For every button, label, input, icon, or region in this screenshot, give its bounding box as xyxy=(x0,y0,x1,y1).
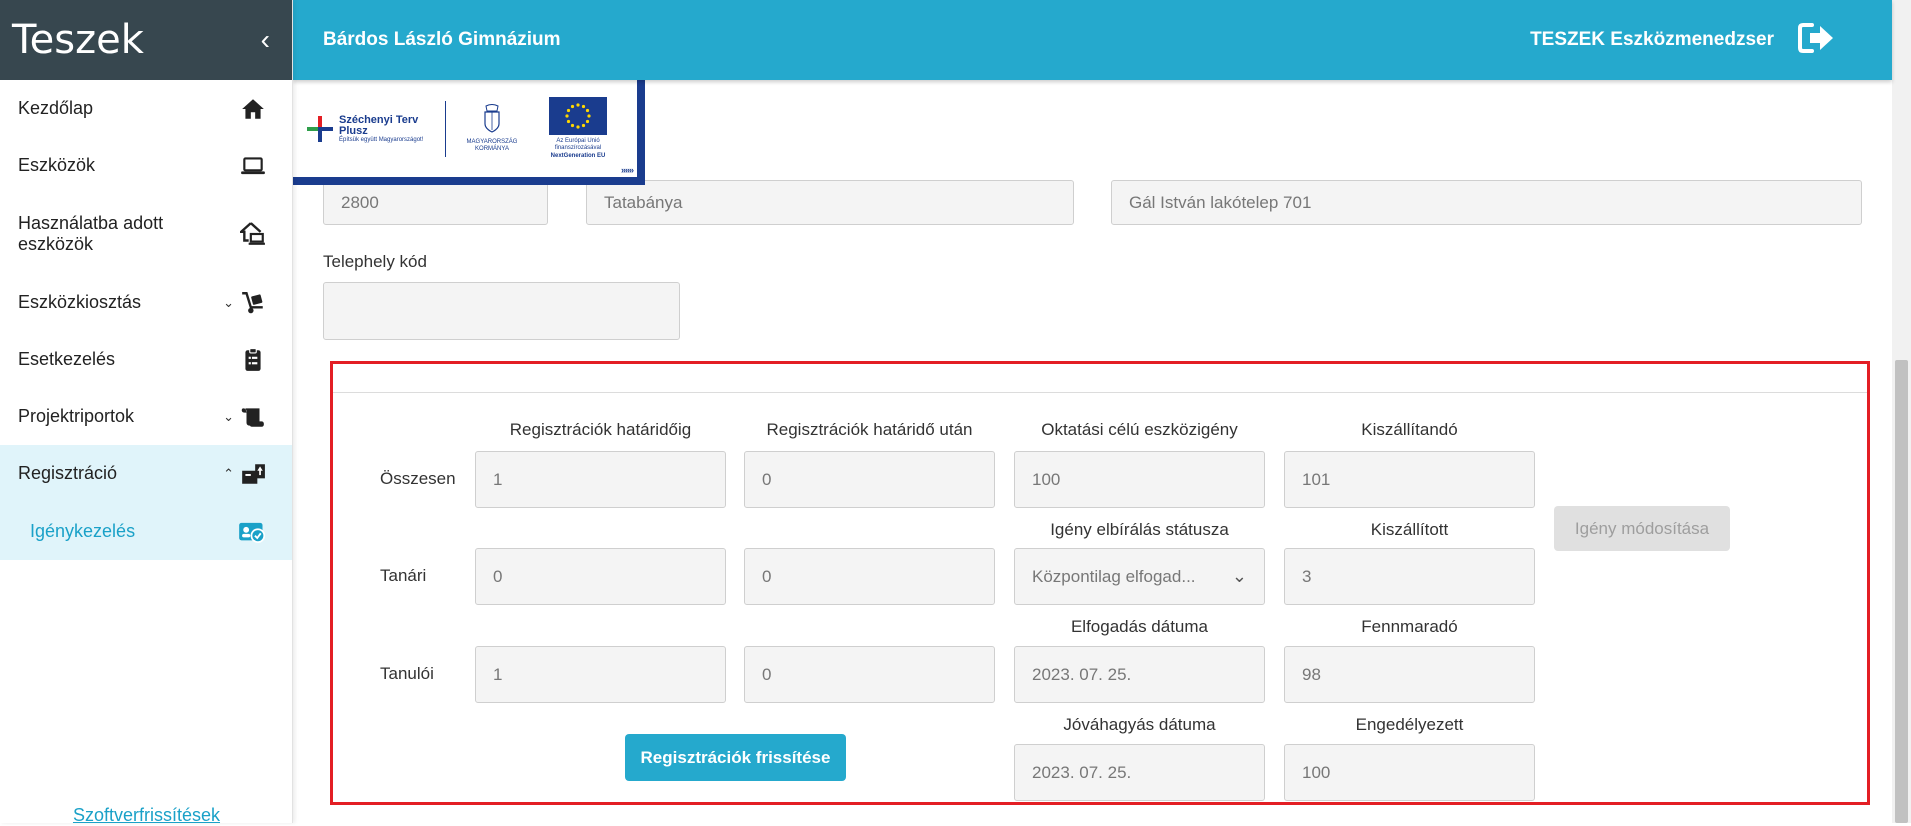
coat-of-arms-icon xyxy=(484,103,500,133)
total-before-deadline-field[interactable]: 1 xyxy=(475,451,726,508)
sidebar-nav: Kezdőlap Eszközök Használatba adott eszk… xyxy=(0,80,292,560)
sidebar-item-label: Regisztráció xyxy=(18,463,118,483)
col-header-approve-date: Jóváhagyás dátuma xyxy=(1063,715,1216,734)
sidebar-item-label: Projektriportok xyxy=(18,406,135,426)
app-name: TESZEK Eszközmenedzser xyxy=(1530,29,1774,50)
chevron-down-icon[interactable]: ⌄ xyxy=(223,409,234,425)
edu-demand-field[interactable]: 100 xyxy=(1014,451,1265,508)
to-deliver-field[interactable]: 101 xyxy=(1284,451,1535,508)
remaining-field[interactable]: 98 xyxy=(1284,646,1535,703)
total-after-deadline-field[interactable]: 0 xyxy=(744,451,995,508)
col-header-edu-demand: Oktatási célú eszközigény xyxy=(1041,420,1238,439)
site-code-label: Telephely kód xyxy=(323,252,427,271)
clipboard-list-icon xyxy=(245,347,261,371)
school-name: Bárdos László Gimnázium xyxy=(323,29,561,50)
sidebar-item-eszkozok[interactable]: Eszközök xyxy=(0,137,292,194)
home-laptop-icon xyxy=(240,222,265,245)
decorative-chevrons-icon: »»» xyxy=(620,165,634,175)
street-field[interactable]: Gál István lakótelep 701 xyxy=(1111,180,1862,225)
sidebar-item-projektriportok[interactable]: Projektriportok ⌄ xyxy=(0,388,292,445)
sidebar-subitem-label: Igénykezelés xyxy=(30,520,136,541)
sidebar: Teszek ‹ Kezdőlap Eszközök Használatba a… xyxy=(0,0,293,825)
sidebar-subitem-igenykezeles[interactable]: Igénykezelés xyxy=(0,502,292,560)
box-upload-icon xyxy=(242,463,265,484)
status-select-value: Központilag elfogad... xyxy=(1032,566,1196,586)
sidebar-header: Teszek ‹ xyxy=(0,0,292,80)
col-header-after-deadline: Regisztrációk határidő után xyxy=(766,420,973,439)
col-header-remaining: Fennmaradó xyxy=(1361,617,1458,636)
chevron-down-icon: ⌄ xyxy=(1231,566,1247,586)
funding-logos-banner: Széchenyi Terv Plusz Építsük együtt Magy… xyxy=(293,80,645,185)
section-divider xyxy=(333,392,1867,393)
row-label-student: Tanulói xyxy=(380,664,434,683)
top-bar: Bárdos László Gimnázium TESZEK Eszközmen… xyxy=(293,0,1892,80)
col-header-to-deliver: Kiszállítandó xyxy=(1361,420,1458,439)
city-field[interactable]: Tatabánya xyxy=(586,180,1074,225)
home-icon xyxy=(242,98,264,119)
modify-request-button[interactable]: Igény módosítása xyxy=(1554,506,1730,551)
approve-date-field[interactable]: 2023. 07. 25. xyxy=(1014,744,1265,801)
logout-button[interactable] xyxy=(1798,22,1836,59)
site-code-field[interactable] xyxy=(323,282,680,340)
sidebar-title: Teszek xyxy=(12,17,144,63)
dolly-icon xyxy=(242,291,263,313)
row-label-total: Összesen xyxy=(380,469,456,488)
row-label-teacher: Tanári xyxy=(380,566,427,585)
scrollbar-thumb[interactable] xyxy=(1895,360,1908,823)
student-before-deadline-field[interactable]: 1 xyxy=(475,646,726,703)
col-header-accept-date: Elfogadás dátuma xyxy=(1070,617,1209,636)
szechenyi-logo: Széchenyi Terv Plusz Építsük együtt Magy… xyxy=(307,114,435,143)
chevron-left-icon[interactable]: ‹ xyxy=(261,24,270,56)
logout-icon xyxy=(1798,22,1833,53)
laptop-icon xyxy=(241,156,265,174)
status-select[interactable]: Központilag elfogad... ⌄ xyxy=(1014,548,1265,605)
col-header-before-deadline: Regisztrációk határidőig xyxy=(509,420,692,439)
col-header-delivered: Kiszállított xyxy=(1370,520,1449,539)
chevron-up-icon[interactable]: ⌃ xyxy=(223,466,234,482)
chevron-down-icon[interactable]: ⌄ xyxy=(223,295,234,311)
eu-flag-icon xyxy=(549,97,607,136)
refresh-registrations-button[interactable]: Regisztrációk frissítése xyxy=(625,734,846,781)
delivered-field[interactable]: 3 xyxy=(1284,548,1535,605)
sidebar-item-regisztracio[interactable]: Regisztráció ⌃ xyxy=(0,445,292,502)
col-header-approved: Engedélyezett xyxy=(1355,715,1464,734)
teacher-after-deadline-field[interactable]: 0 xyxy=(744,548,995,605)
accept-date-field[interactable]: 2023. 07. 25. xyxy=(1014,646,1265,703)
kormany-logo: MAGYARORSZÁG KORMÁNYA xyxy=(456,103,528,153)
sidebar-item-esetkezeles[interactable]: Esetkezelés xyxy=(0,331,292,388)
eu-logo: Az Európai Unió finanszírozásával NextGe… xyxy=(538,97,618,160)
sidebar-item-label: Eszközök xyxy=(18,155,96,175)
approved-field[interactable]: 100 xyxy=(1284,744,1535,801)
sidebar-item-label: Használatba adott eszközök xyxy=(18,213,164,254)
szechenyi-cross-icon xyxy=(307,115,333,142)
sidebar-item-label: Esetkezelés xyxy=(18,349,116,369)
id-check-icon xyxy=(239,522,266,543)
student-after-deadline-field[interactable]: 0 xyxy=(744,646,995,703)
scroll-icon xyxy=(241,407,264,427)
sidebar-item-eszkozkiosztas[interactable]: Eszközkiosztás ⌄ xyxy=(0,274,292,331)
zip-field[interactable]: 2800 xyxy=(323,180,548,225)
sidebar-item-kezdolap[interactable]: Kezdőlap xyxy=(0,80,292,137)
teacher-before-deadline-field[interactable]: 0 xyxy=(475,548,726,605)
sidebar-item-hasznalatba-adott[interactable]: Használatba adott eszközök xyxy=(0,194,292,274)
sidebar-item-label: Kezdőlap xyxy=(18,98,94,118)
col-header-status: Igény elbírálás státusza xyxy=(1050,520,1229,539)
sidebar-item-label: Eszközkiosztás xyxy=(18,292,142,312)
